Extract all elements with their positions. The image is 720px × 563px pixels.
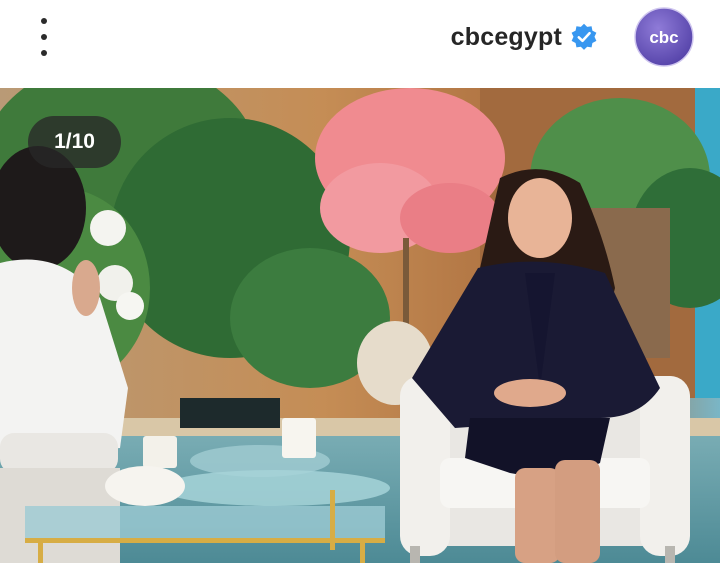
verified-badge-icon: [571, 23, 597, 50]
avatar-logo-text: cbc: [649, 28, 678, 47]
account-info[interactable]: cbcegypt cbc: [451, 6, 694, 68]
more-options-icon: [41, 18, 47, 24]
account-username[interactable]: cbcegypt: [451, 23, 562, 52]
post-header: cbcegypt cbc: [0, 0, 720, 88]
more-options-icon-dot: [41, 34, 47, 40]
more-options-icon-dot: [41, 50, 47, 56]
account-avatar[interactable]: cbc: [634, 7, 694, 67]
more-options-button[interactable]: [30, 18, 58, 56]
photo-counter-badge: 1/10: [28, 116, 121, 168]
